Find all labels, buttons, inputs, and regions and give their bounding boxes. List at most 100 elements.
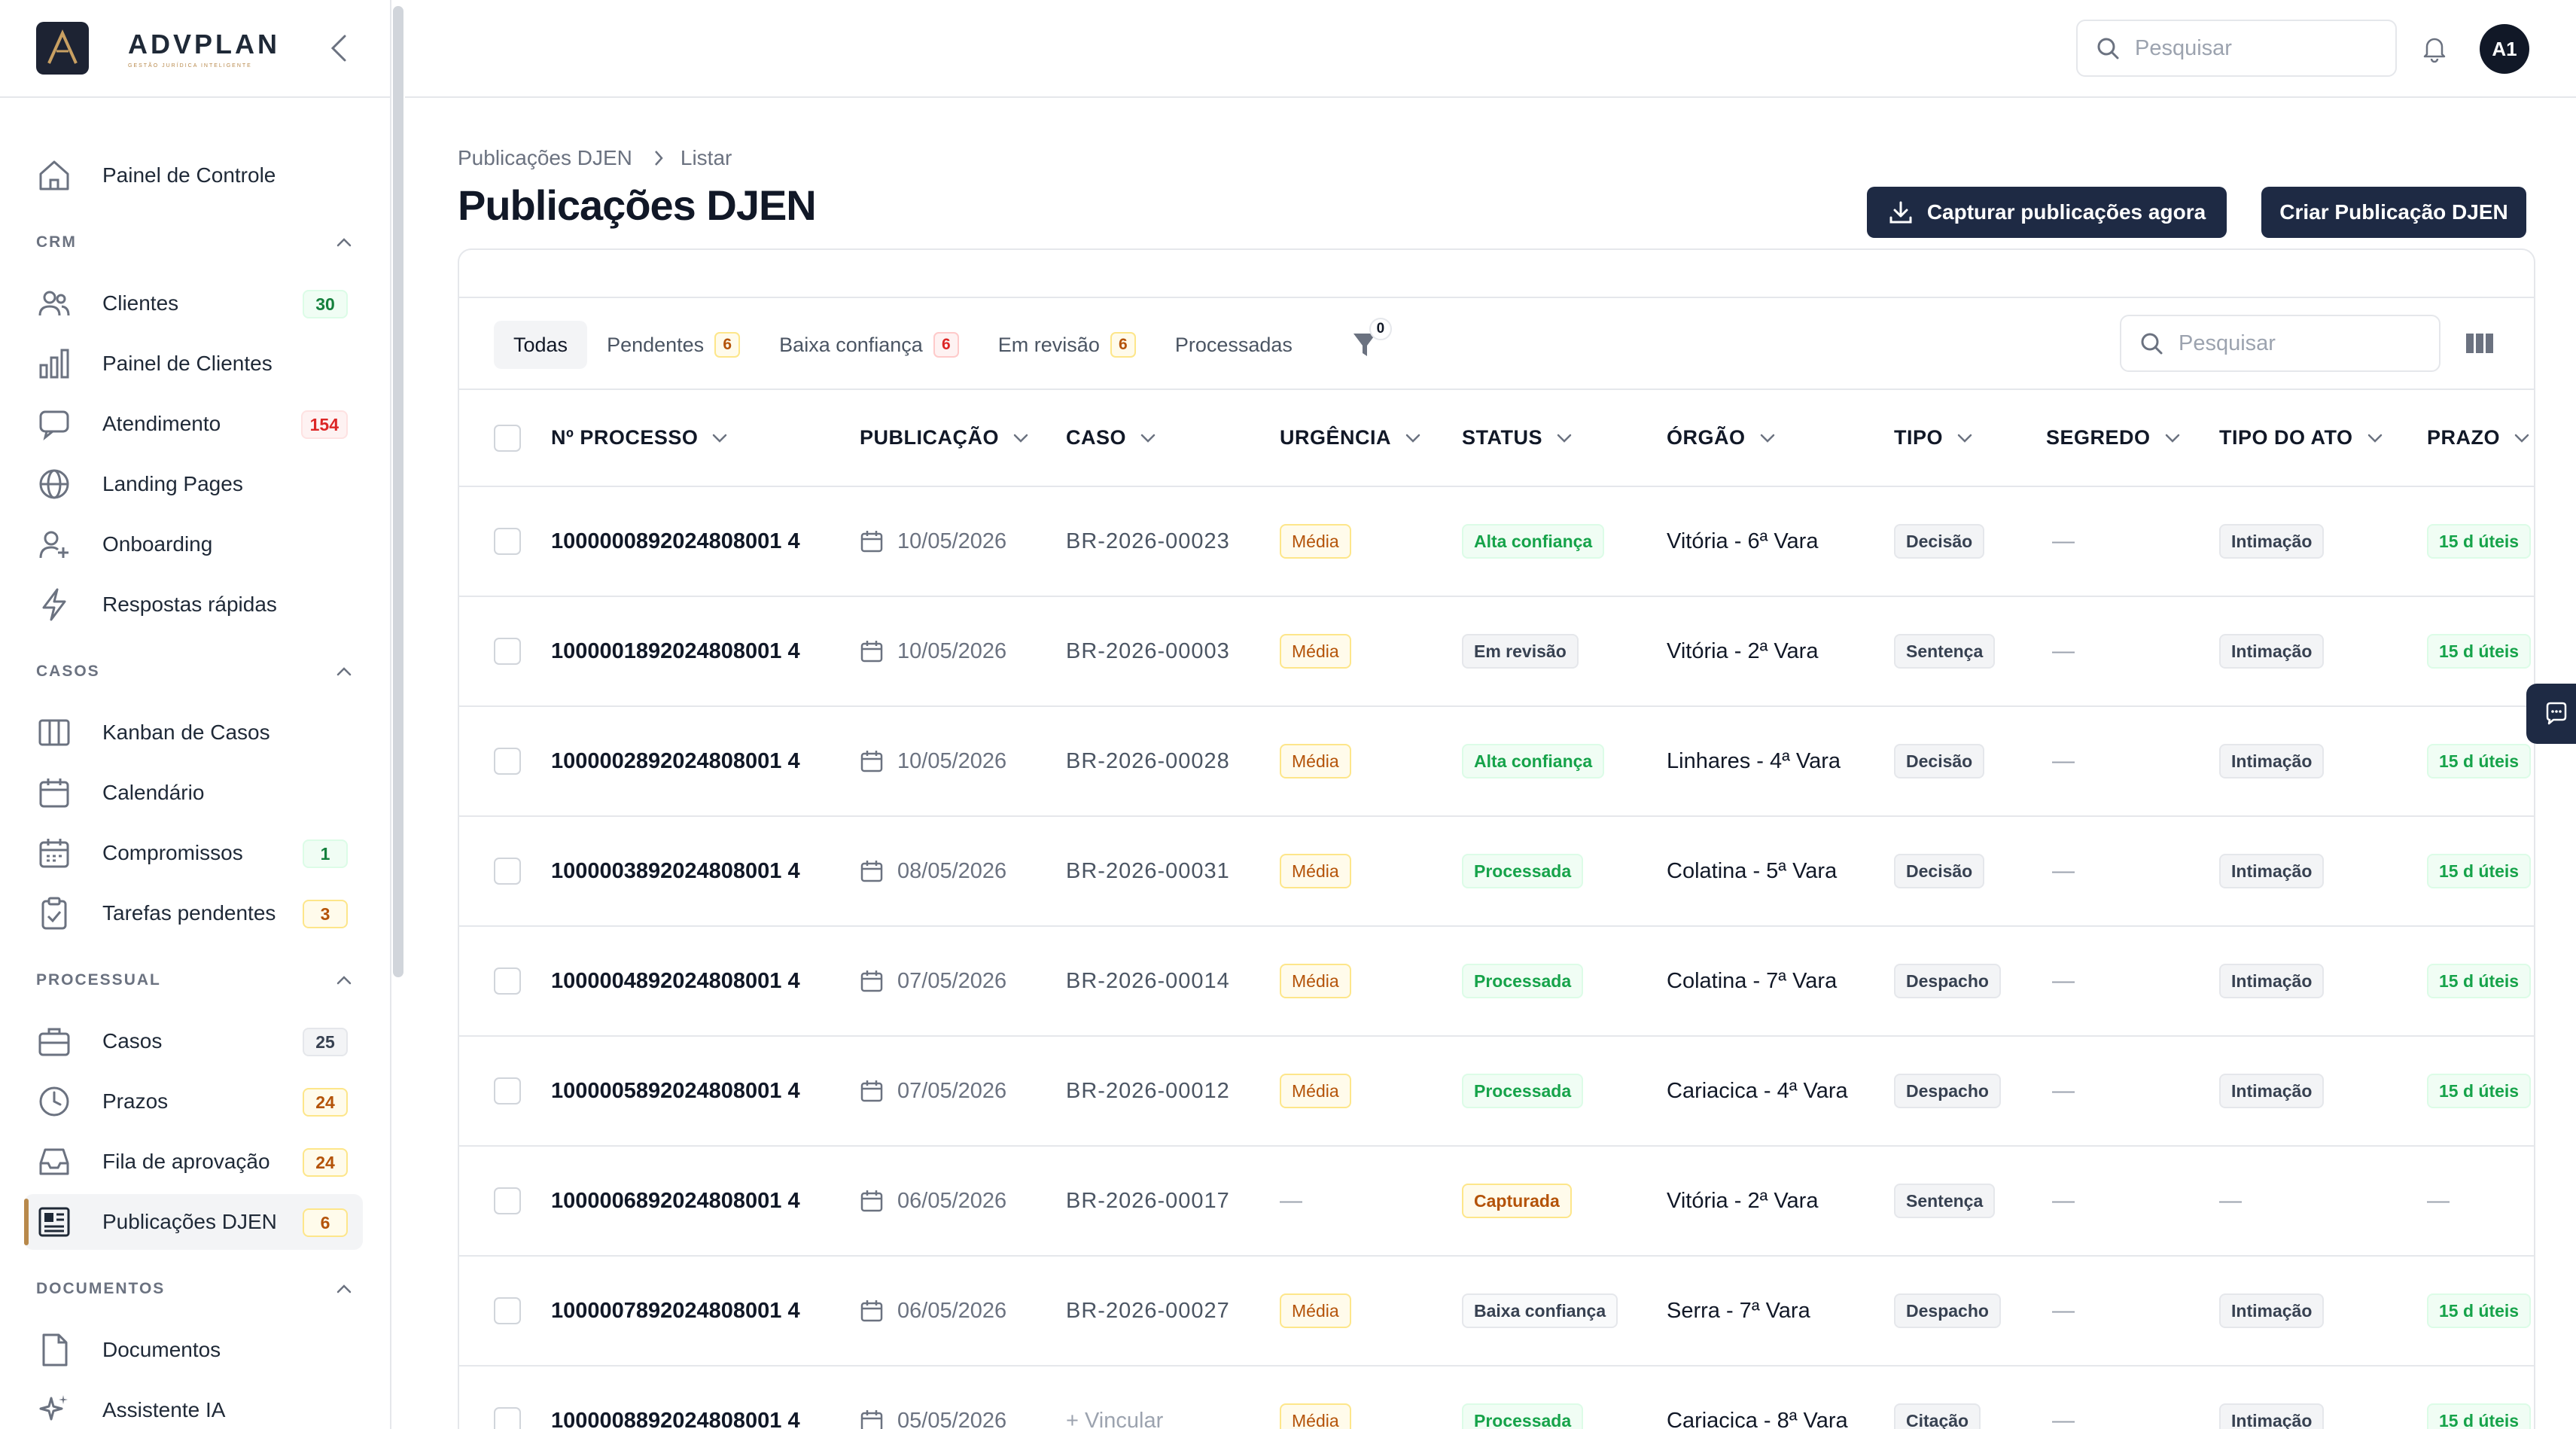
tab-count-badge: 6: [933, 332, 959, 358]
column-header-urgencia[interactable]: URGÊNCIA: [1280, 426, 1462, 449]
sidebar-item-label: Painel de Controle: [102, 163, 276, 187]
column-header-caso[interactable]: CASO: [1066, 426, 1280, 449]
urgency-badge: Média: [1280, 744, 1351, 778]
sidebar-item-onboarding[interactable]: Onboarding: [24, 516, 363, 572]
bell-icon: [2423, 38, 2446, 63]
row-checkbox[interactable]: [494, 1297, 521, 1324]
sidebar-section-processual[interactable]: PROCESSUAL: [36, 961, 352, 1000]
sidebar-section-crm[interactable]: CRM: [36, 223, 352, 262]
sidebar-item-kanban-de-casos[interactable]: Kanban de Casos: [24, 705, 363, 760]
user-avatar[interactable]: A1: [2480, 24, 2529, 74]
table-search[interactable]: [2120, 315, 2441, 372]
table-row[interactable]: 1000001892024808001 4 10/05/2026 BR-2026-0…: [459, 596, 2534, 706]
kanban-icon: [36, 714, 72, 751]
capture-button-label: Capturar publicações agora: [1926, 200, 2206, 224]
users-icon: [36, 285, 72, 321]
sidebar-item-painel-de-controle[interactable]: Painel de Controle: [24, 148, 363, 203]
sidebar-scrollbar[interactable]: [393, 6, 403, 977]
sidebar-item-label: Compromissos: [102, 841, 243, 864]
sidebar-item-badge: 1: [303, 839, 348, 868]
table-row[interactable]: 1000005892024808001 4 07/05/2026 BR-2026-0…: [459, 1036, 2534, 1146]
sidebar-item-assistente-ia[interactable]: Assistente IA: [24, 1382, 363, 1429]
table-row[interactable]: 1000002892024808001 4 10/05/2026 BR-2026-0…: [459, 706, 2534, 816]
table-row[interactable]: 1000008892024808001 4 05/05/2026 + Vincula…: [459, 1366, 2534, 1429]
process-number[interactable]: 1000007892024808001 4: [551, 1299, 800, 1323]
chat-widget-button[interactable]: [2526, 684, 2576, 744]
sidebar-item-calendario[interactable]: Calendário: [24, 765, 363, 821]
row-checkbox[interactable]: [494, 858, 521, 885]
sidebar-item-compromissos[interactable]: Compromissos 1: [24, 825, 363, 881]
sidebar-item-publicacoes-djen[interactable]: Publicações DJEN 6: [24, 1194, 363, 1250]
global-search-input[interactable]: [2135, 35, 2361, 61]
column-header-segredo[interactable]: SEGREDO: [2046, 426, 2219, 449]
global-search[interactable]: [2076, 20, 2397, 77]
process-number[interactable]: 1000003892024808001 4: [551, 859, 800, 883]
tab-processadas[interactable]: Processadas: [1156, 321, 1312, 369]
collapse-sidebar-button[interactable]: [321, 29, 357, 68]
process-number[interactable]: 1000002892024808001 4: [551, 749, 800, 773]
table-row[interactable]: 1000006892024808001 4 06/05/2026 BR-2026-0…: [459, 1146, 2534, 1256]
create-publication-button[interactable]: Criar Publicação DJEN: [2261, 187, 2526, 238]
notifications-button[interactable]: [2415, 29, 2454, 68]
sidebar-section-documentos[interactable]: DOCUMENTOS: [36, 1269, 352, 1309]
column-header-n-processo[interactable]: Nº PROCESSO: [551, 426, 860, 449]
process-number[interactable]: 1000006892024808001 4: [551, 1189, 800, 1213]
sidebar-item-documentos[interactable]: Documentos: [24, 1322, 363, 1378]
case-id: BR-2026-00003: [1066, 638, 1230, 663]
column-header-tipo-do-ato[interactable]: TIPO DO ATO: [2219, 426, 2427, 449]
publications-table: Nº PROCESSO PUBLICAÇÃO CASO URGÊNCIA STATUS Ó…: [459, 390, 2534, 1429]
process-number[interactable]: 1000008892024808001 4: [551, 1409, 800, 1429]
row-checkbox[interactable]: [494, 748, 521, 775]
column-header-prazo[interactable]: PRAZO: [2427, 426, 2534, 449]
breadcrumb-item-djen[interactable]: Publicações DJEN: [458, 146, 632, 170]
column-header-status[interactable]: STATUS: [1462, 426, 1667, 449]
tab-em-revisao[interactable]: Em revisão 6: [979, 321, 1156, 369]
column-header-tipo[interactable]: TIPO: [1894, 426, 2046, 449]
type-badge: Decisão: [1894, 524, 1985, 559]
column-header-orgao[interactable]: ÓRGÃO: [1667, 426, 1894, 449]
urgency-badge: Média: [1280, 524, 1351, 559]
select-all-checkbox[interactable]: [494, 424, 521, 452]
filter-button[interactable]: 0: [1342, 318, 1392, 369]
process-number[interactable]: 1000004892024808001 4: [551, 969, 800, 993]
sidebar-item-atendimento[interactable]: Atendimento 154: [24, 396, 363, 452]
type-badge: Despacho: [1894, 964, 2001, 998]
row-checkbox[interactable]: [494, 1187, 521, 1214]
table-search-input[interactable]: [2179, 331, 2404, 356]
row-checkbox[interactable]: [494, 528, 521, 555]
table-row[interactable]: 1000007892024808001 4 06/05/2026 BR-2026-0…: [459, 1256, 2534, 1366]
capture-publications-button[interactable]: Capturar publicações agora: [1867, 187, 2227, 238]
toggle-columns-button[interactable]: [2462, 325, 2498, 361]
sidebar-item-painel-de-clientes[interactable]: Painel de Clientes: [24, 336, 363, 392]
type-badge: Citação: [1894, 1403, 1981, 1429]
table-row[interactable]: 1000000892024808001 4 10/05/2026 BR-2026-0…: [459, 486, 2534, 596]
tab-todas[interactable]: Todas: [494, 321, 588, 369]
sidebar-section-casos[interactable]: CASOS: [36, 652, 352, 691]
sidebar-item-tarefas-pendentes[interactable]: Tarefas pendentes 3: [24, 885, 363, 941]
tab-baixa-confianca[interactable]: Baixa confiança 6: [760, 321, 979, 369]
sidebar-item-clientes[interactable]: Clientes 30: [24, 276, 363, 331]
table-header-row: Nº PROCESSO PUBLICAÇÃO CASO URGÊNCIA STATUS Ó…: [459, 390, 2534, 486]
globe-icon: [36, 466, 72, 502]
process-number[interactable]: 1000005892024808001 4: [551, 1079, 800, 1103]
process-number[interactable]: 1000001892024808001 4: [551, 639, 800, 663]
row-checkbox[interactable]: [494, 1407, 521, 1429]
row-checkbox[interactable]: [494, 1077, 521, 1105]
row-checkbox[interactable]: [494, 638, 521, 665]
secrecy-value: —: [2052, 638, 2075, 663]
sidebar-item-respostas-rapidas[interactable]: Respostas rápidas: [24, 577, 363, 632]
link-case-button[interactable]: + Vincular: [1066, 1409, 1163, 1429]
sidebar-item-casos[interactable]: Casos 25: [24, 1013, 363, 1069]
deadline-badge: 15 d úteis: [2427, 854, 2532, 888]
table-row[interactable]: 1000004892024808001 4 07/05/2026 BR-2026-0…: [459, 926, 2534, 1036]
sidebar-item-fila-de-aprovacao[interactable]: Fila de aprovação 24: [24, 1134, 363, 1190]
sidebar-item-prazos[interactable]: Prazos 24: [24, 1074, 363, 1129]
table-row[interactable]: 1000003892024808001 4 08/05/2026 BR-2026-0…: [459, 816, 2534, 926]
tab-pendentes[interactable]: Pendentes 6: [587, 321, 760, 369]
sidebar-item-landing-pages[interactable]: Landing Pages: [24, 456, 363, 512]
home-icon: [36, 157, 72, 193]
row-checkbox[interactable]: [494, 967, 521, 995]
column-header-publicacao[interactable]: PUBLICAÇÃO: [860, 426, 1066, 449]
tab-count-badge: 6: [1110, 332, 1136, 358]
process-number[interactable]: 1000000892024808001 4: [551, 529, 800, 553]
